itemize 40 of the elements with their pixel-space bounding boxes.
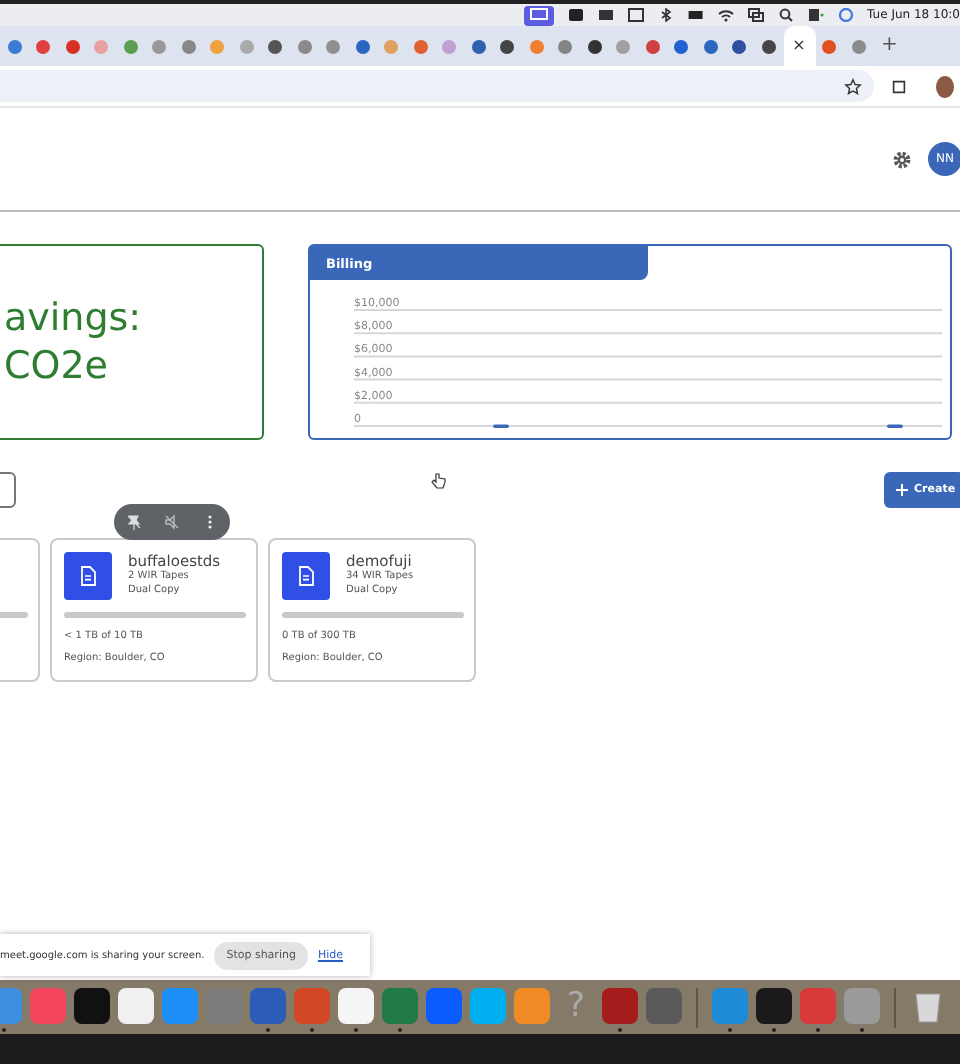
browser-tab[interactable]: × bbox=[783, 26, 815, 66]
running-indicator bbox=[354, 1028, 358, 1032]
star-icon[interactable] bbox=[844, 77, 862, 95]
hand-cursor-icon bbox=[430, 472, 446, 490]
screen-share-icon[interactable] bbox=[523, 5, 554, 25]
savings-text: CO2e bbox=[2, 342, 110, 390]
running-indicator bbox=[728, 1028, 732, 1032]
running-indicator bbox=[860, 1028, 864, 1032]
trash-icon[interactable] bbox=[910, 988, 946, 1024]
siri-icon[interactable] bbox=[837, 8, 854, 22]
extensions-icon[interactable] bbox=[890, 77, 908, 95]
dock-item[interactable] bbox=[756, 988, 792, 1034]
settings-icon[interactable] bbox=[892, 149, 912, 169]
app-icon[interactable] bbox=[756, 988, 792, 1024]
profile-avatar[interactable] bbox=[936, 75, 954, 97]
running-indicator bbox=[310, 1028, 314, 1032]
new-tab-button[interactable]: + bbox=[881, 36, 898, 56]
pin-off-icon[interactable] bbox=[125, 514, 142, 530]
app-icon[interactable] bbox=[118, 988, 154, 1024]
status-icon[interactable] bbox=[807, 8, 824, 22]
search-icon[interactable] bbox=[777, 8, 794, 22]
wifi-icon[interactable] bbox=[717, 8, 734, 22]
control-center-icon[interactable] bbox=[747, 8, 764, 22]
dock-item[interactable] bbox=[338, 988, 374, 1034]
mute-icon[interactable] bbox=[163, 514, 180, 530]
bluetooth-icon[interactable] bbox=[657, 8, 674, 22]
running-indicator bbox=[618, 1028, 622, 1032]
running-indicator bbox=[2, 1028, 6, 1032]
battery-icon[interactable] bbox=[687, 8, 704, 22]
running-indicator bbox=[398, 1028, 402, 1032]
app-icon[interactable] bbox=[338, 988, 374, 1024]
running-indicator bbox=[816, 1028, 820, 1032]
running-indicator bbox=[772, 1028, 776, 1032]
running-indicator bbox=[266, 1028, 270, 1032]
document-icon bbox=[64, 552, 112, 600]
app-icon[interactable] bbox=[74, 988, 110, 1024]
calendar-icon[interactable] bbox=[627, 8, 644, 22]
savings-text: avings: bbox=[2, 294, 144, 342]
plus-icon bbox=[896, 483, 908, 495]
document-icon bbox=[282, 552, 330, 600]
